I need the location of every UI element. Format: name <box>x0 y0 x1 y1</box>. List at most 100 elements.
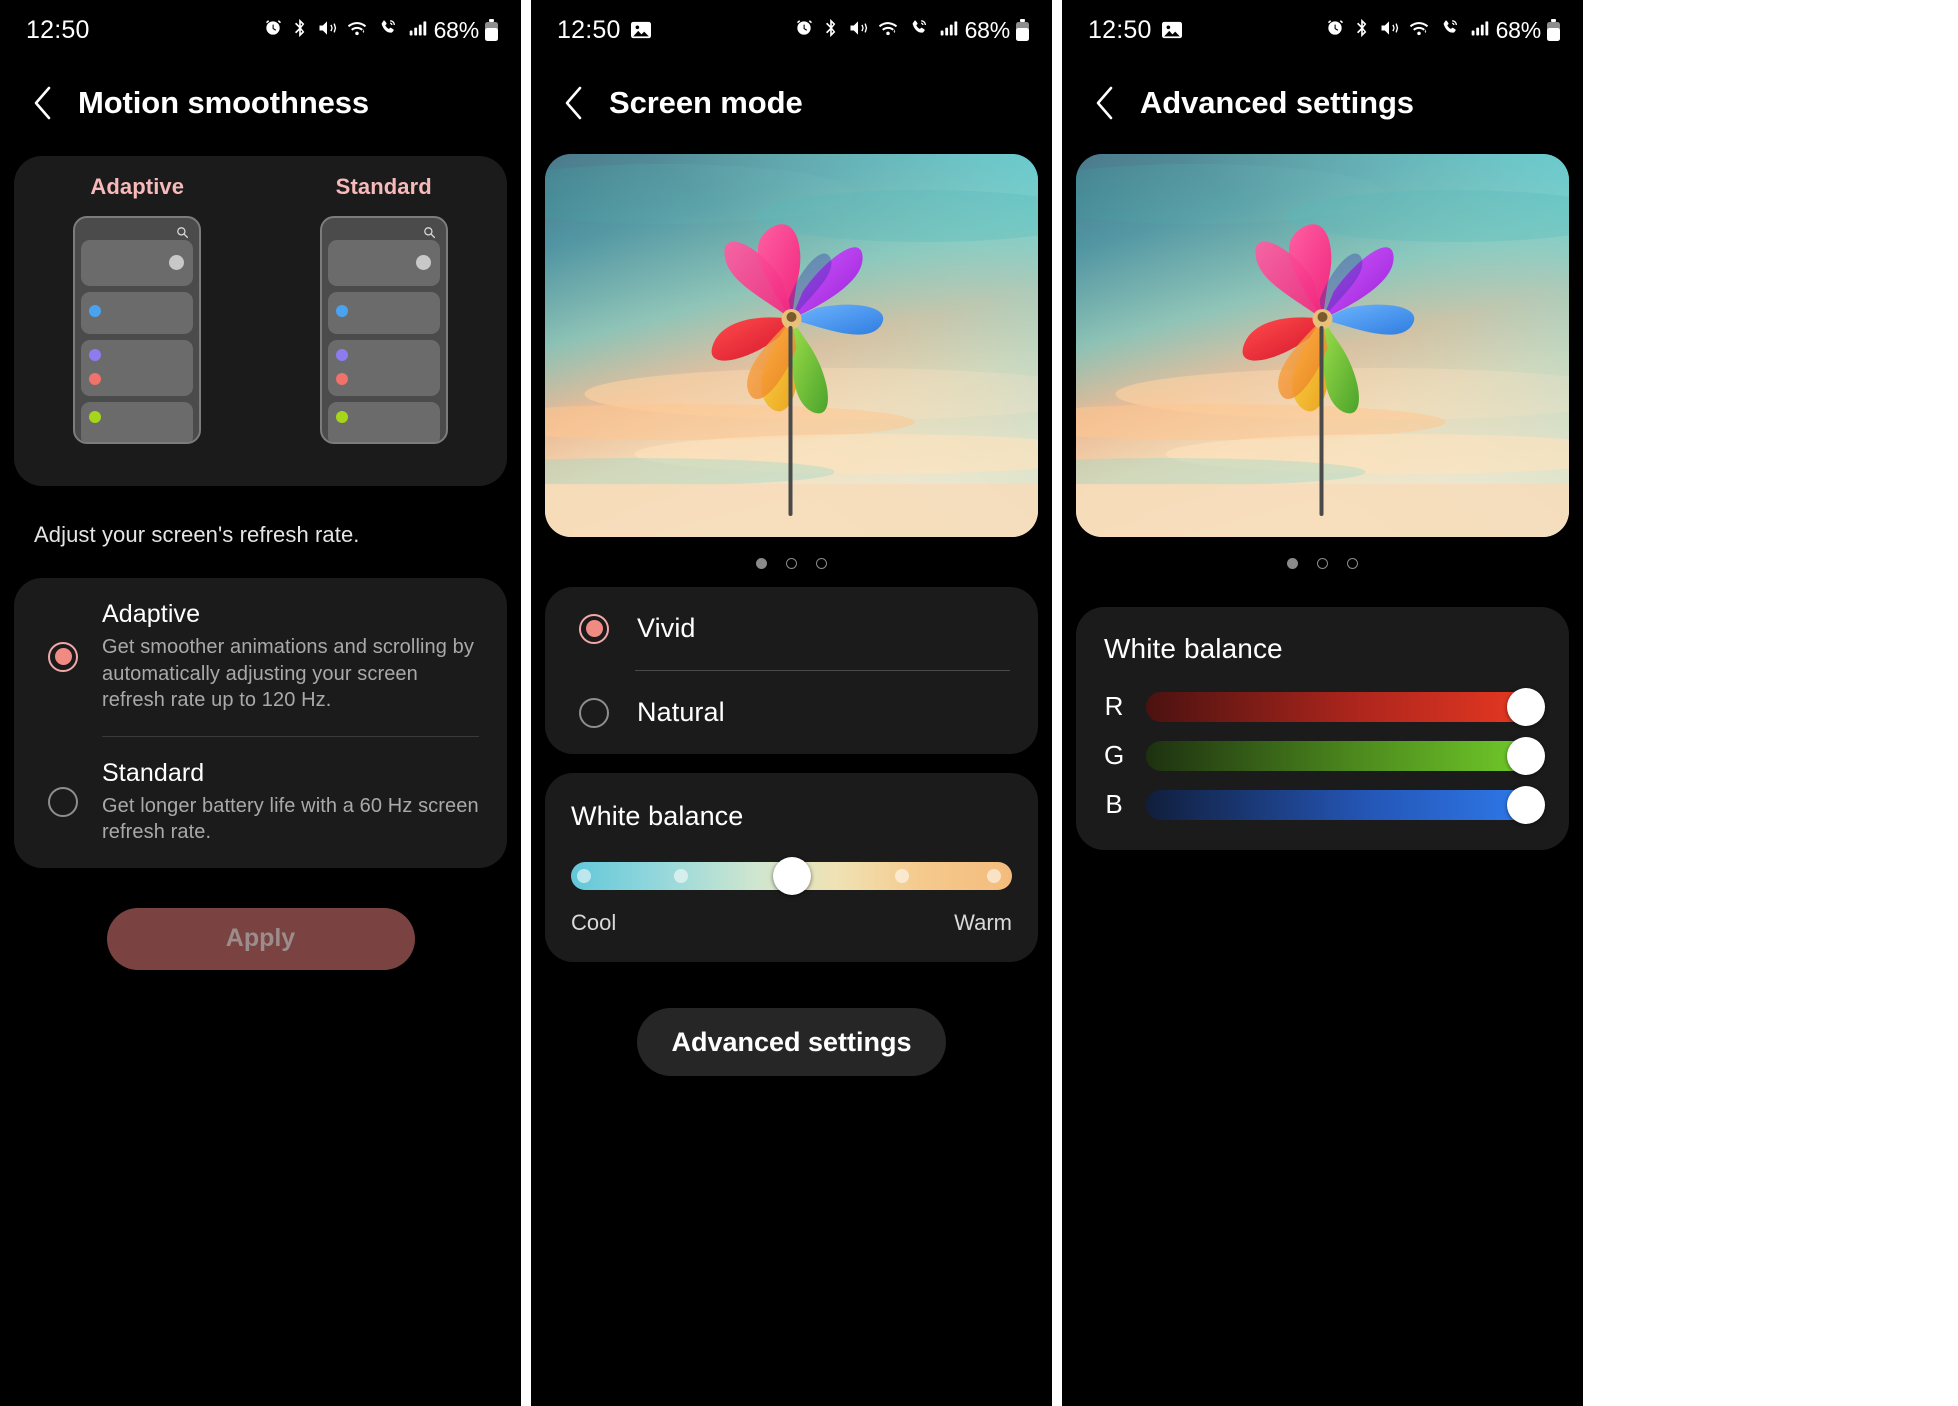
back-chevron-icon[interactable] <box>30 83 56 123</box>
page-title: Advanced settings <box>1140 85 1414 120</box>
slider-tick <box>577 869 592 883</box>
wifi-icon <box>1408 18 1430 43</box>
mock-dot <box>90 442 100 444</box>
mock-dot <box>335 411 348 423</box>
refresh-rate-options-card: Adaptive Get smoother animations and scr… <box>14 578 507 868</box>
advanced-settings-button[interactable]: Advanced settings <box>637 1008 946 1076</box>
back-chevron-icon[interactable] <box>561 83 587 123</box>
option-standard[interactable]: Standard Get longer battery life with a … <box>14 737 507 868</box>
wifi-calling-icon <box>377 18 399 43</box>
page-dot-2[interactable] <box>1317 558 1328 569</box>
page-dot-2[interactable] <box>786 558 797 569</box>
status-bar: 12:50 68% <box>0 0 521 60</box>
preview-adaptive-label: Adaptive <box>90 174 185 199</box>
app-bar-motion-smoothness: Motion smoothness <box>0 60 521 146</box>
back-chevron-icon[interactable] <box>1092 83 1118 123</box>
rgb-white-balance-title: White balance <box>1104 633 1283 664</box>
option-vivid[interactable]: Vivid <box>545 587 1038 670</box>
wifi-calling-icon <box>1439 18 1461 43</box>
white-balance-card: White balance Cool Warm <box>545 773 1038 962</box>
battery-icon <box>1015 18 1030 42</box>
rgb-label-red: R <box>1104 691 1124 721</box>
option-natural[interactable]: Natural <box>545 671 1038 754</box>
mute-vibrate-icon <box>1379 18 1399 43</box>
signal-bars-icon <box>1470 18 1490 43</box>
screen-mode-preview-image <box>545 154 1038 537</box>
radio-natural[interactable] <box>579 697 609 728</box>
mock-dot <box>335 305 348 317</box>
slider-tick <box>894 869 909 883</box>
wifi-icon <box>877 18 899 43</box>
rgb-slider-red-knob[interactable] <box>1507 687 1545 726</box>
rgb-slider-blue[interactable] <box>1146 785 1545 824</box>
mock-row <box>81 292 194 334</box>
white-balance-end-labels: Cool Warm <box>571 890 1012 936</box>
bluetooth-icon <box>1354 18 1370 43</box>
phone-mock-adaptive <box>73 216 202 444</box>
mock-row <box>327 292 440 334</box>
page-dot-3[interactable] <box>816 558 827 569</box>
alarm-icon <box>263 18 283 43</box>
panel-advanced-settings: 12:50 68% Advanced settings White balanc… <box>1062 0 1583 1406</box>
alarm-icon <box>794 18 814 43</box>
signal-bars-icon <box>939 18 959 43</box>
rgb-slider-blue-knob[interactable] <box>1507 785 1545 824</box>
status-bar: 12:50 68% <box>1062 0 1583 60</box>
rgb-row-red: R <box>1104 687 1545 726</box>
rgb-row-blue: B <box>1104 785 1545 824</box>
mock-dot <box>335 373 348 385</box>
white-balance-title: White balance <box>571 801 744 831</box>
page-dot-1[interactable] <box>1287 558 1298 569</box>
bluetooth-icon <box>292 18 308 43</box>
radio-adaptive[interactable] <box>48 641 78 672</box>
option-adaptive[interactable]: Adaptive Get smoother animations and scr… <box>14 578 507 736</box>
rgb-label-green: G <box>1104 740 1125 770</box>
rgb-row-green: G <box>1104 736 1545 775</box>
rgb-slider-red[interactable] <box>1146 687 1545 726</box>
mute-vibrate-icon <box>317 18 337 43</box>
apply-button[interactable]: Apply <box>106 907 415 970</box>
status-icon-group <box>1325 18 1490 43</box>
bluetooth-icon <box>823 18 839 43</box>
page-dot-1[interactable] <box>756 558 767 569</box>
search-icon <box>81 224 193 240</box>
mock-row <box>81 340 194 396</box>
white-balance-slider[interactable] <box>571 857 1012 895</box>
page-title: Motion smoothness <box>78 85 370 120</box>
white-balance-slider-knob[interactable] <box>772 857 811 895</box>
white-balance-cool-label: Cool <box>571 910 617 935</box>
option-standard-desc: Get longer battery life with a 60 Hz scr… <box>102 794 479 844</box>
image-icon <box>1161 20 1183 40</box>
radio-vivid[interactable] <box>579 613 609 644</box>
mock-row <box>81 402 194 444</box>
status-time: 12:50 <box>557 15 621 44</box>
refresh-rate-preview-card: Adaptive Standard <box>14 156 507 486</box>
mock-dot <box>89 411 102 423</box>
option-adaptive-desc: Get smoother animations and scrolling by… <box>102 636 474 712</box>
battery-icon <box>484 18 499 42</box>
rgb-slider-green-knob[interactable] <box>1507 736 1545 775</box>
status-time: 12:50 <box>1088 15 1152 44</box>
mock-row <box>327 402 440 442</box>
option-standard-texts: Standard Get longer battery life with a … <box>102 759 479 846</box>
rgb-slider-green[interactable] <box>1146 736 1545 775</box>
mute-vibrate-icon <box>848 18 868 43</box>
advanced-preview-image <box>1076 154 1569 537</box>
app-bar-screen-mode: Screen mode <box>531 60 1052 146</box>
page-dot-3[interactable] <box>1347 558 1358 569</box>
status-bar: 12:50 68% <box>531 0 1052 60</box>
option-vivid-label: Vivid <box>637 613 696 643</box>
search-icon <box>328 224 440 240</box>
mock-dot <box>169 255 185 270</box>
wifi-calling-icon <box>908 18 930 43</box>
radio-standard[interactable] <box>48 787 78 818</box>
status-icon-group <box>794 18 959 43</box>
option-standard-title: Standard <box>102 758 205 787</box>
battery-percent-label: 68% <box>433 16 480 43</box>
signal-bars-icon <box>408 18 428 43</box>
option-adaptive-title: Adaptive <box>102 600 201 628</box>
preview-standard: Standard <box>279 174 489 444</box>
page-title: Screen mode <box>609 85 803 120</box>
battery-percent-label: 68% <box>1495 16 1542 43</box>
panel-motion-smoothness: 12:50 68% Motion smoothness Adaptive Sta… <box>0 0 521 1406</box>
